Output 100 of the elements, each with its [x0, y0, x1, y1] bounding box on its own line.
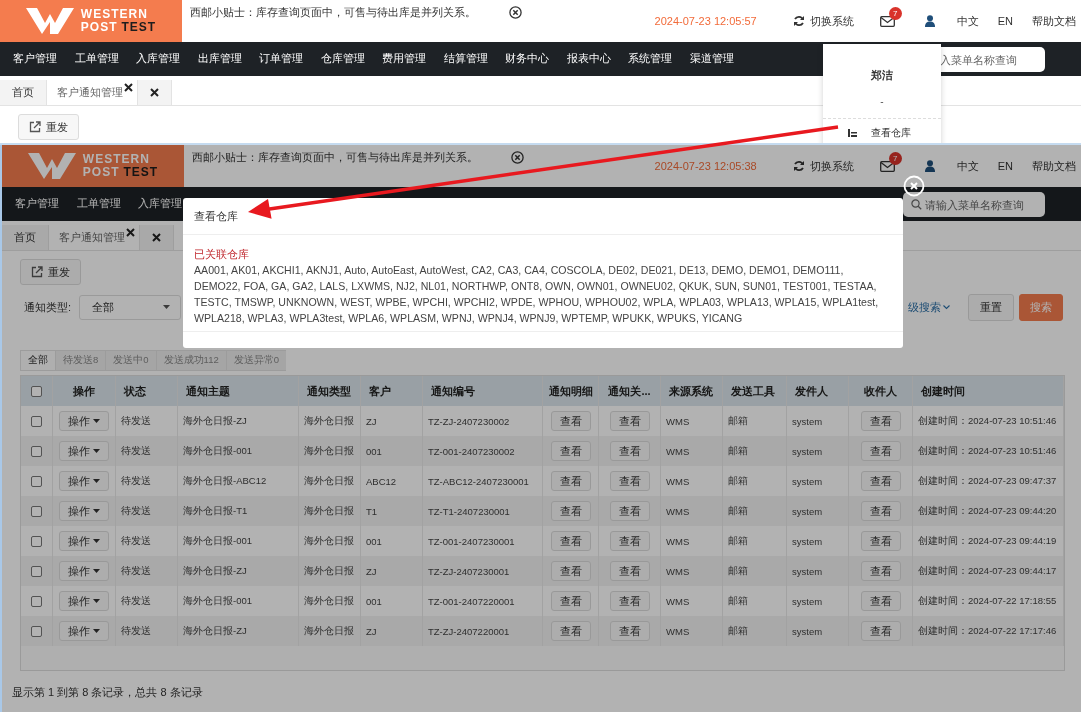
checkbox[interactable]: [31, 475, 42, 487]
view-button[interactable]: 查看: [609, 531, 650, 551]
action-dropdown[interactable]: 操作: [59, 531, 109, 551]
user-icon[interactable]: [924, 160, 935, 172]
view-button[interactable]: 查看: [609, 441, 650, 461]
nav-item[interactable]: 客户管理: [0, 52, 62, 66]
action-dropdown[interactable]: 操作: [59, 411, 109, 431]
checkbox[interactable]: [31, 535, 42, 547]
nav-item[interactable]: 入库管理: [123, 52, 185, 66]
checkbox[interactable]: [31, 505, 42, 517]
nav-item[interactable]: 客户管理: [2, 197, 64, 211]
view-button[interactable]: 查看: [860, 411, 901, 431]
reset-button[interactable]: 重置: [968, 293, 1014, 321]
tab[interactable]: 首页: [2, 225, 49, 250]
resend-button[interactable]: 重发: [20, 259, 81, 285]
user-icon[interactable]: [924, 15, 935, 27]
language-link[interactable]: EN: [997, 15, 1013, 27]
view-button[interactable]: 查看: [860, 441, 901, 461]
nav-item[interactable]: 工单管理: [63, 197, 125, 211]
view-button[interactable]: 查看: [860, 501, 901, 521]
close-icon[interactable]: [511, 151, 524, 164]
close-icon[interactable]: [126, 228, 135, 237]
logo-text: WESTERN: [80, 8, 149, 21]
view-button[interactable]: 查看: [860, 621, 901, 641]
nav-item[interactable]: 系统管理: [615, 52, 677, 66]
checkbox[interactable]: [31, 625, 42, 637]
action-dropdown[interactable]: 操作: [59, 501, 109, 521]
view-button[interactable]: 查看: [550, 621, 591, 641]
view-button[interactable]: 查看: [609, 591, 650, 611]
tab[interactable]: [140, 225, 174, 250]
share-icon: [29, 121, 41, 133]
chevron-icon: [943, 304, 950, 310]
view-button[interactable]: 查看: [860, 561, 901, 581]
view-button[interactable]: 查看: [609, 411, 650, 431]
checkbox[interactable]: [31, 445, 42, 457]
view-button[interactable]: 查看: [550, 531, 591, 551]
notification-badge: 7: [888, 6, 902, 20]
tab[interactable]: 首页: [0, 80, 47, 105]
switch-system-link[interactable]: 切换系统: [792, 13, 854, 29]
view-button[interactable]: 查看: [550, 471, 591, 491]
search-icon: [911, 199, 922, 210]
type-select[interactable]: 全部: [79, 294, 182, 320]
caret-icon: [163, 305, 171, 309]
checkbox[interactable]: [31, 595, 42, 607]
action-dropdown[interactable]: 操作: [59, 441, 109, 461]
mail-icon[interactable]: [879, 15, 895, 27]
view-button[interactable]: 查看: [609, 621, 650, 641]
close-icon[interactable]: [152, 233, 161, 242]
view-button[interactable]: 查看: [860, 531, 901, 551]
datetime: 2024-07-23 12:05:57: [654, 15, 757, 27]
view-button[interactable]: 查看: [550, 411, 591, 431]
view-button[interactable]: 查看: [550, 441, 591, 461]
nav-item[interactable]: 费用管理: [369, 52, 431, 66]
view-button[interactable]: 查看: [860, 471, 901, 491]
checkbox[interactable]: [31, 415, 42, 427]
nav-item[interactable]: 入库管理: [125, 197, 187, 211]
close-icon[interactable]: [150, 88, 159, 97]
mail-icon[interactable]: [879, 160, 895, 172]
caret-icon: [93, 509, 100, 513]
nav-item[interactable]: 出库管理: [184, 52, 246, 66]
nav-item[interactable]: 报表中心: [553, 52, 615, 66]
view-button[interactable]: 查看: [550, 561, 591, 581]
view-button[interactable]: 查看: [550, 501, 591, 521]
view-button[interactable]: 查看: [550, 591, 591, 611]
switch-system-link[interactable]: 切换系统: [792, 158, 854, 174]
close-icon[interactable]: [509, 6, 522, 19]
caret-icon: [93, 539, 100, 543]
search-field[interactable]: 请输入菜单名称查询: [903, 192, 1045, 217]
menu-item[interactable]: 查看仓库: [847, 126, 917, 140]
caret-icon: [93, 419, 100, 423]
action-dropdown[interactable]: 操作: [59, 621, 109, 641]
share-icon: [31, 266, 43, 278]
advanced-search-link[interactable]: 级搜索: [908, 299, 950, 315]
nav-item[interactable]: 渠道管理: [676, 52, 738, 66]
language-link[interactable]: 中文: [956, 158, 979, 174]
checkbox[interactable]: [31, 385, 42, 397]
notification-badge: 7: [888, 151, 902, 165]
view-button[interactable]: 查看: [609, 561, 650, 581]
language-link[interactable]: 中文: [956, 13, 979, 29]
caret-icon: [93, 479, 100, 483]
nav-item[interactable]: 结算管理: [430, 52, 492, 66]
view-button[interactable]: 查看: [609, 501, 650, 521]
action-dropdown[interactable]: 操作: [59, 471, 109, 491]
language-link[interactable]: EN: [997, 160, 1013, 172]
help-link[interactable]: 帮助文档: [1032, 13, 1076, 29]
view-button[interactable]: 查看: [609, 471, 650, 491]
tab[interactable]: [138, 80, 172, 105]
nav-item[interactable]: 财务中心: [492, 52, 554, 66]
status-tab[interactable]: 全部: [20, 350, 55, 371]
checkbox[interactable]: [31, 565, 42, 577]
help-link[interactable]: 帮助文档: [1032, 158, 1076, 174]
action-dropdown[interactable]: 操作: [59, 561, 109, 581]
nav-item[interactable]: 工单管理: [61, 52, 123, 66]
close-icon[interactable]: [124, 83, 133, 92]
nav-item[interactable]: 订单管理: [246, 52, 308, 66]
view-button[interactable]: 查看: [860, 591, 901, 611]
action-dropdown[interactable]: 操作: [59, 591, 109, 611]
tip-text: 西邮小贴士：库存查询页面中，可售与待出库是并列关系。: [190, 5, 476, 20]
nav-item[interactable]: 仓库管理: [307, 52, 369, 66]
resend-button[interactable]: 重发: [18, 114, 79, 140]
